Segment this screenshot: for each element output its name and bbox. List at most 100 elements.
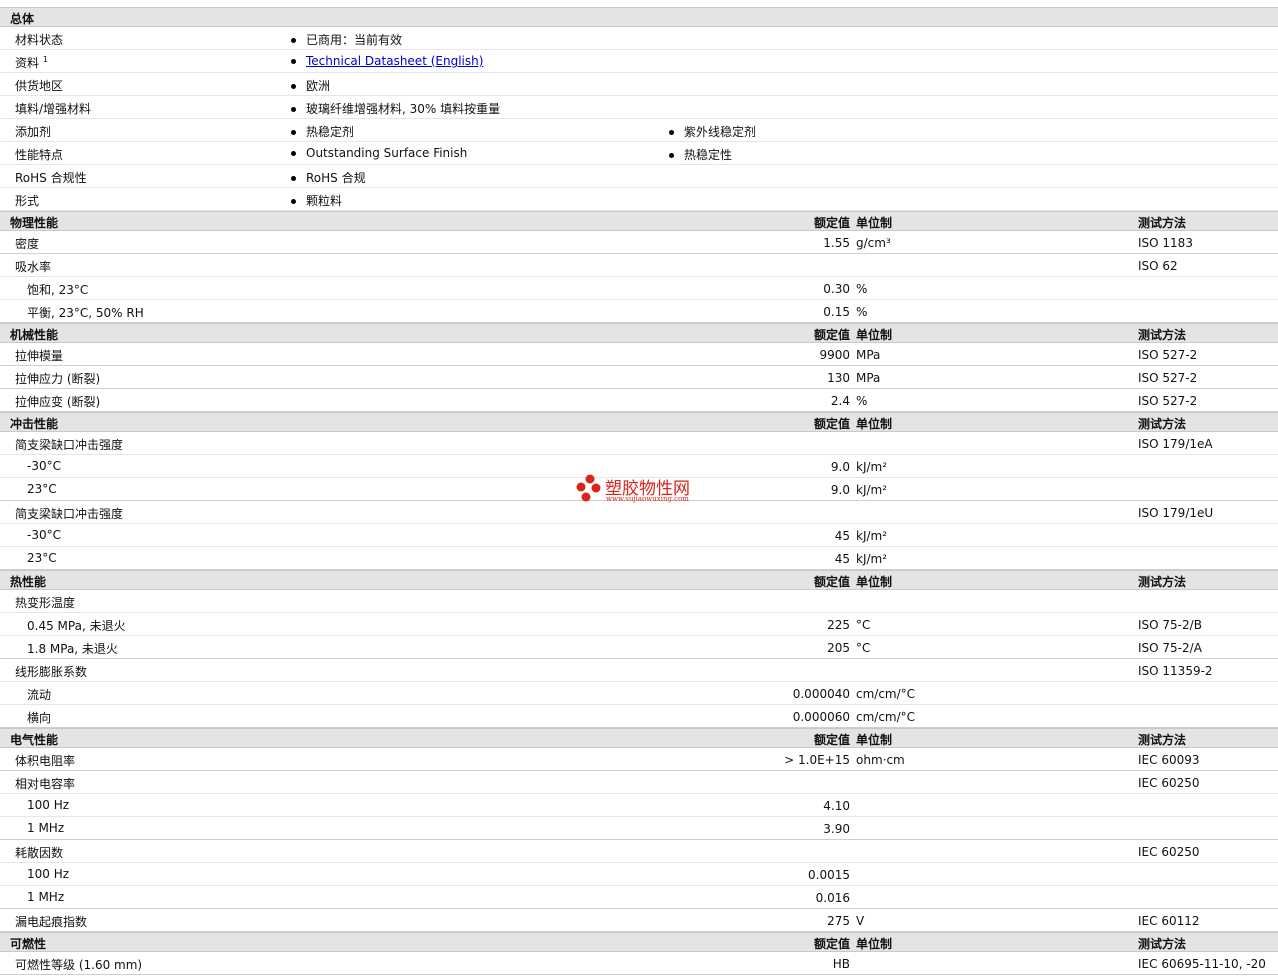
property-label: 简支梁缺口冲击强度 (15, 438, 124, 452)
property-row: 23°C 45 kJ/m² (0, 547, 1278, 570)
general-row-status: 材料状态 已商用：当前有效 (0, 27, 1278, 50)
column-header-nominal: 额定值 (813, 575, 850, 589)
property-unit: MPa (856, 348, 881, 362)
property-sections: 物理性能 额定值 单位制 测试方法 密度 1.55 g/cm³ ISO 1183 吸水率 ISO … (0, 211, 1278, 975)
property-row: 相对电容率 IEC 60250 (0, 771, 1278, 794)
property-value: 0.0015 (808, 868, 850, 882)
technical-datasheet-link[interactable]: Technical Datasheet (English) (306, 54, 483, 68)
property-label: 流动 (27, 688, 52, 702)
property-row: 平衡, 23°C, 50% RH 0.15% (0, 300, 1278, 323)
bullet-icon (291, 151, 296, 156)
general-row-form: 形式 颗粒料 (0, 188, 1278, 211)
bullet-icon (669, 153, 674, 158)
bullet-icon (291, 84, 296, 89)
test-method: IEC 60250 (1138, 776, 1200, 790)
bullet-item: 颗粒料 (291, 192, 342, 209)
column-header-unit: 单位制 (856, 328, 893, 342)
row-label: 形式 (15, 194, 40, 208)
section-title: 电气性能 (10, 733, 59, 747)
bullet-text: 玻璃纤维增强材料, 30% 填料按重量 (306, 102, 501, 116)
column-header-nominal: 额定值 (813, 216, 850, 230)
column-header-nominal: 额定值 (813, 937, 850, 951)
property-row: 密度 1.55 g/cm³ ISO 1183 (0, 231, 1278, 254)
property-row: 热变形温度 (0, 590, 1278, 613)
property-row: 0.45 MPa, 未退火 225 °C ISO 75-2/B (0, 613, 1278, 636)
property-value: 225 (827, 618, 850, 632)
test-method: ISO 527-2 (1138, 348, 1198, 362)
logo-dots-icon (576, 474, 601, 502)
column-header-unit: 单位制 (856, 733, 893, 747)
column-header-unit: 单位制 (856, 417, 893, 431)
property-value: 9900 (819, 348, 850, 362)
row-label: 资料 1 (15, 54, 48, 71)
property-label: -30°C (27, 459, 61, 473)
column-header-method: 测试方法 (1138, 417, 1187, 431)
property-value: 0.016 (815, 891, 850, 905)
property-row: 耗散因数 IEC 60250 (0, 840, 1278, 863)
property-label: 吸水率 (15, 260, 52, 274)
property-row: 横向 0.000060 cm/cm/°C (0, 705, 1278, 728)
bullet-item: 玻璃纤维增强材料, 30% 填料按重量 (291, 100, 500, 117)
property-unit: MPa (856, 371, 881, 385)
test-method: IEC 60093 (1138, 753, 1200, 767)
property-row: 简支梁缺口冲击强度 ISO 179/1eA (0, 432, 1278, 455)
property-row: 体积电阻率 > 1.0E+15 ohm·cm IEC 60093 (0, 748, 1278, 771)
test-method: ISO 179/1eU (1138, 506, 1214, 520)
property-unit: V (856, 914, 865, 928)
section-title: 冲击性能 (10, 417, 59, 431)
bullet-text: RoHS 合规 (306, 171, 366, 185)
property-row: 可燃性等级 (1.60 mm) HB IEC 60695-11-10, -20 (0, 952, 1278, 975)
property-label: 23°C (27, 551, 57, 565)
bullet-item: Technical Datasheet (English) (291, 54, 483, 68)
property-value: > 1.0E+15 (784, 753, 850, 767)
property-unit: °C (856, 618, 871, 632)
property-row: 漏电起痕指数 275 V IEC 60112 (0, 909, 1278, 932)
property-value: 4.10 (823, 799, 850, 813)
bullet-item: 紫外线稳定剂 (669, 123, 756, 140)
section-title: 物理性能 (10, 216, 59, 230)
property-value: 0.000060 (792, 710, 850, 724)
column-header-nominal: 额定值 (813, 328, 850, 342)
bullet-item: 热稳定性 (669, 146, 732, 163)
property-label: 密度 (15, 237, 40, 251)
property-value: 1.55 (823, 236, 850, 250)
footnote-marker: 1 (42, 55, 48, 64)
property-value: 9.0 (830, 460, 850, 474)
property-label: -30°C (27, 528, 61, 542)
property-unit: g/cm³ (856, 236, 891, 250)
test-method: IEC 60112 (1138, 914, 1200, 928)
property-unit: kJ/m² (856, 460, 888, 474)
property-label: 简支梁缺口冲击强度 (15, 507, 124, 521)
column-header-unit: 单位制 (856, 575, 893, 589)
row-label: 添加剂 (15, 125, 52, 139)
test-method: ISO 527-2 (1138, 371, 1198, 385)
property-label: 耗散因数 (15, 846, 64, 860)
row-label-text: 资料 (15, 56, 40, 70)
property-value: 0.15 (823, 305, 850, 319)
property-value: 0.30 (823, 282, 850, 296)
test-method: ISO 527-2 (1138, 394, 1198, 408)
column-header-method: 测试方法 (1138, 575, 1187, 589)
bullet-text: 已商用：当前有效 (306, 33, 403, 47)
bullet-icon (291, 107, 296, 112)
watermark-logo: 塑胶物性网 www.sujiaowuxing.com (576, 473, 706, 507)
property-row: 拉伸应变 (断裂) 2.4% ISO 527-2 (0, 389, 1278, 412)
column-header-method: 测试方法 (1138, 937, 1187, 951)
property-label: 可燃性等级 (1.60 mm) (15, 958, 143, 972)
property-label: 漏电起痕指数 (15, 915, 88, 929)
section-header: 机械性能 额定值 单位制 测试方法 (0, 323, 1278, 343)
property-unit: cm/cm/°C (856, 710, 916, 724)
property-value: HB (832, 957, 850, 971)
property-label: 热变形温度 (15, 596, 76, 610)
test-method: ISO 75-2/A (1138, 641, 1202, 655)
row-label: 材料状态 (15, 33, 64, 47)
property-label: 线形膨胀系数 (15, 665, 88, 679)
section-header: 电气性能 额定值 单位制 测试方法 (0, 728, 1278, 748)
property-label: 饱和, 23°C (27, 283, 89, 297)
property-label: 100 Hz (27, 798, 70, 812)
row-label: RoHS 合规性 (15, 171, 87, 185)
property-unit: ohm·cm (856, 753, 905, 767)
property-label: 平衡, 23°C, 50% RH (27, 306, 144, 320)
property-value: 0.000040 (792, 687, 850, 701)
column-header-method: 测试方法 (1138, 216, 1187, 230)
